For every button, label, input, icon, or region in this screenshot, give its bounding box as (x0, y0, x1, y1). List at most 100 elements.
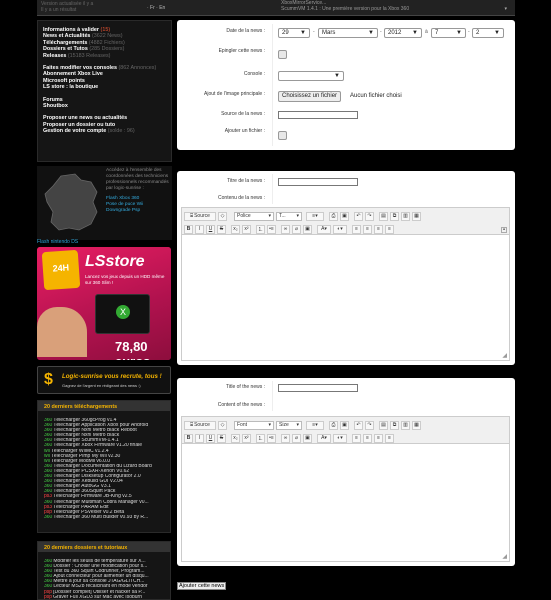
italic-button[interactable]: I (195, 224, 204, 234)
image-insert-icon[interactable]: ▣ (303, 433, 313, 443)
add-news-button[interactable]: Ajouter cette news (177, 582, 227, 590)
lsstore-banner[interactable]: 24H LSstore Lancez vos jeux depuis un HD… (37, 247, 171, 360)
subscript-icon[interactable]: x₂ (231, 224, 240, 234)
sidebar-group-account: Proposer une news ou actualités Proposer … (43, 115, 166, 134)
hour-select[interactable]: 7 ▼ (431, 28, 466, 38)
recruit-subtitle: Gagnez de l'argent en rédigeant des news… (62, 383, 141, 388)
format-icon[interactable]: ≡▾ (306, 211, 324, 221)
new-doc-icon[interactable]: ▤ (379, 420, 388, 430)
epingler-checkbox[interactable] (278, 50, 287, 59)
list-item[interactable]: 360Télécharger 360 Multi Builder v0.93 b… (44, 515, 164, 520)
link-icon[interactable]: ∞ (281, 433, 291, 443)
recruit-banner[interactable]: $ Logic-sunrise vous recrute, tous ! Gag… (37, 366, 171, 394)
align-center-icon[interactable]: ≡ (363, 433, 373, 443)
redo-icon[interactable]: ↷ (365, 420, 374, 430)
text-color-icon[interactable]: A▾ (317, 224, 332, 234)
text-color-icon[interactable]: A▾ (317, 433, 332, 443)
redo-icon[interactable]: ↷ (365, 211, 374, 221)
image-icon[interactable]: ▣ (340, 420, 349, 430)
bold-button[interactable]: B (184, 433, 193, 443)
lsstore-price: 78,80 euros (115, 339, 150, 360)
ordered-list-icon[interactable]: ⒈ (256, 224, 266, 234)
platform-tag: 360 (44, 514, 53, 520)
link-flash-nintendo-ds[interactable]: Flash nintendo DS (37, 239, 78, 245)
choose-file-button[interactable]: Choisissez un fichier (278, 91, 342, 102)
underline-button[interactable]: U (206, 433, 215, 443)
superscript-icon[interactable]: x² (242, 224, 251, 234)
size-select[interactable]: T... ▾ (276, 211, 302, 221)
align-left-icon[interactable]: ≡ (352, 433, 362, 443)
size-select[interactable]: Size ▾ (276, 420, 302, 430)
eraser-icon[interactable]: ◇ (218, 211, 227, 221)
content-en-label: Content of the news : (217, 402, 265, 408)
sidebar-item-count: (285 Dossiers) (89, 46, 125, 53)
bullet-list-icon[interactable]: •≡ (267, 433, 277, 443)
bg-color-icon[interactable]: ◐▾ (333, 433, 348, 443)
new-doc-icon[interactable]: ▤ (379, 211, 388, 221)
undo-icon[interactable]: ↶ (354, 211, 363, 221)
unlink-icon[interactable]: ⌀ (292, 433, 302, 443)
underline-button[interactable]: U (206, 224, 215, 234)
date-dash: - (313, 29, 315, 35)
paste-word-icon[interactable]: ▦ (412, 211, 421, 221)
chevron-down-icon[interactable]: ▾ (504, 6, 507, 12)
ordered-list-icon[interactable]: ⒈ (256, 433, 266, 443)
bold-button[interactable]: B (184, 224, 193, 234)
paste-icon[interactable]: ▥ (401, 420, 410, 430)
align-justify-icon[interactable]: ≡ (385, 224, 395, 234)
bullet-list-icon[interactable]: •≡ (267, 224, 277, 234)
align-right-icon[interactable]: ≡ (374, 433, 384, 443)
day-select[interactable]: 29 ▼ (278, 28, 310, 38)
copy-icon[interactable]: ⧉ (390, 420, 399, 430)
editor-fr-area[interactable]: ◢ (181, 235, 510, 361)
align-left-icon[interactable]: ≡ (352, 224, 362, 234)
language-switch[interactable]: · Fr · En (147, 5, 165, 11)
source-button[interactable]: ⌸ Source (184, 420, 216, 430)
sidebar-item-label: Informations à valider (43, 27, 100, 33)
superscript-icon[interactable]: x² (242, 433, 251, 443)
list-item[interactable]: pspGraver Full XGD3 sur Mac avec Isoburn (44, 595, 164, 600)
strike-button[interactable]: S (217, 433, 226, 443)
source-input[interactable] (278, 111, 358, 119)
link-downgrade-psp[interactable]: Downgrade Psp (106, 208, 170, 214)
link-icon[interactable]: ∞ (281, 224, 291, 234)
dossiers-list: 360Modifier les seuils de température su… (38, 552, 170, 600)
paste-icon[interactable]: ▥ (401, 211, 410, 221)
minute-select[interactable]: 2 ▼ (472, 28, 504, 38)
subscript-icon[interactable]: x₂ (231, 433, 240, 443)
italic-button[interactable]: I (195, 433, 204, 443)
resize-grip-icon[interactable]: ◢ (502, 352, 507, 359)
source-button[interactable]: ⌸ Source (184, 211, 216, 221)
print-icon[interactable]: ⎙ (329, 420, 338, 430)
undo-icon[interactable]: ↶ (354, 420, 363, 430)
fichier-checkbox[interactable] (278, 131, 287, 140)
print-icon[interactable]: ⎙ (329, 211, 338, 221)
title-fr-input[interactable] (278, 178, 358, 186)
format-icon[interactable]: ≡▾ (306, 420, 324, 430)
align-right-icon[interactable]: ≡ (374, 224, 384, 234)
title-en-input[interactable] (278, 384, 358, 392)
align-justify-icon[interactable]: ≡ (385, 433, 395, 443)
strike-button[interactable]: S (217, 224, 226, 234)
resize-grip-icon[interactable]: ◢ (502, 553, 507, 560)
font-select[interactable]: Police ▾ (234, 211, 274, 221)
editor-en-area[interactable]: ◢ (181, 444, 510, 562)
align-center-icon[interactable]: ≡ (363, 224, 373, 234)
news-ticker[interactable]: XboxMirrorService... ScummVM 1.4.1 : Une… (281, 0, 409, 12)
copy-icon[interactable]: ⧉ (390, 211, 399, 221)
month-select[interactable]: Mars ▼ (318, 28, 378, 38)
paste-word-icon[interactable]: ▦ (412, 420, 421, 430)
image-icon[interactable]: ▣ (340, 211, 349, 221)
image-insert-icon[interactable]: ▣ (303, 224, 313, 234)
france-map-icon[interactable] (41, 172, 103, 234)
bg-color-icon[interactable]: ◐▾ (333, 224, 348, 234)
unlink-icon[interactable]: ⌀ (292, 224, 302, 234)
sidebar-item[interactable]: Gestion de votre compte (solde : 96) (43, 128, 166, 134)
time-dash: - (468, 29, 470, 35)
console-select[interactable]: ▼ (278, 71, 344, 81)
collapse-icon[interactable]: ▪ (501, 227, 507, 233)
downloads-list: 360Télécharger 360gcProg v1.4 360Téléchar… (38, 411, 170, 520)
font-select[interactable]: Font ▾ (234, 420, 274, 430)
eraser-icon[interactable]: ◇ (218, 420, 227, 430)
year-select[interactable]: 2012 ▼ (384, 28, 422, 38)
